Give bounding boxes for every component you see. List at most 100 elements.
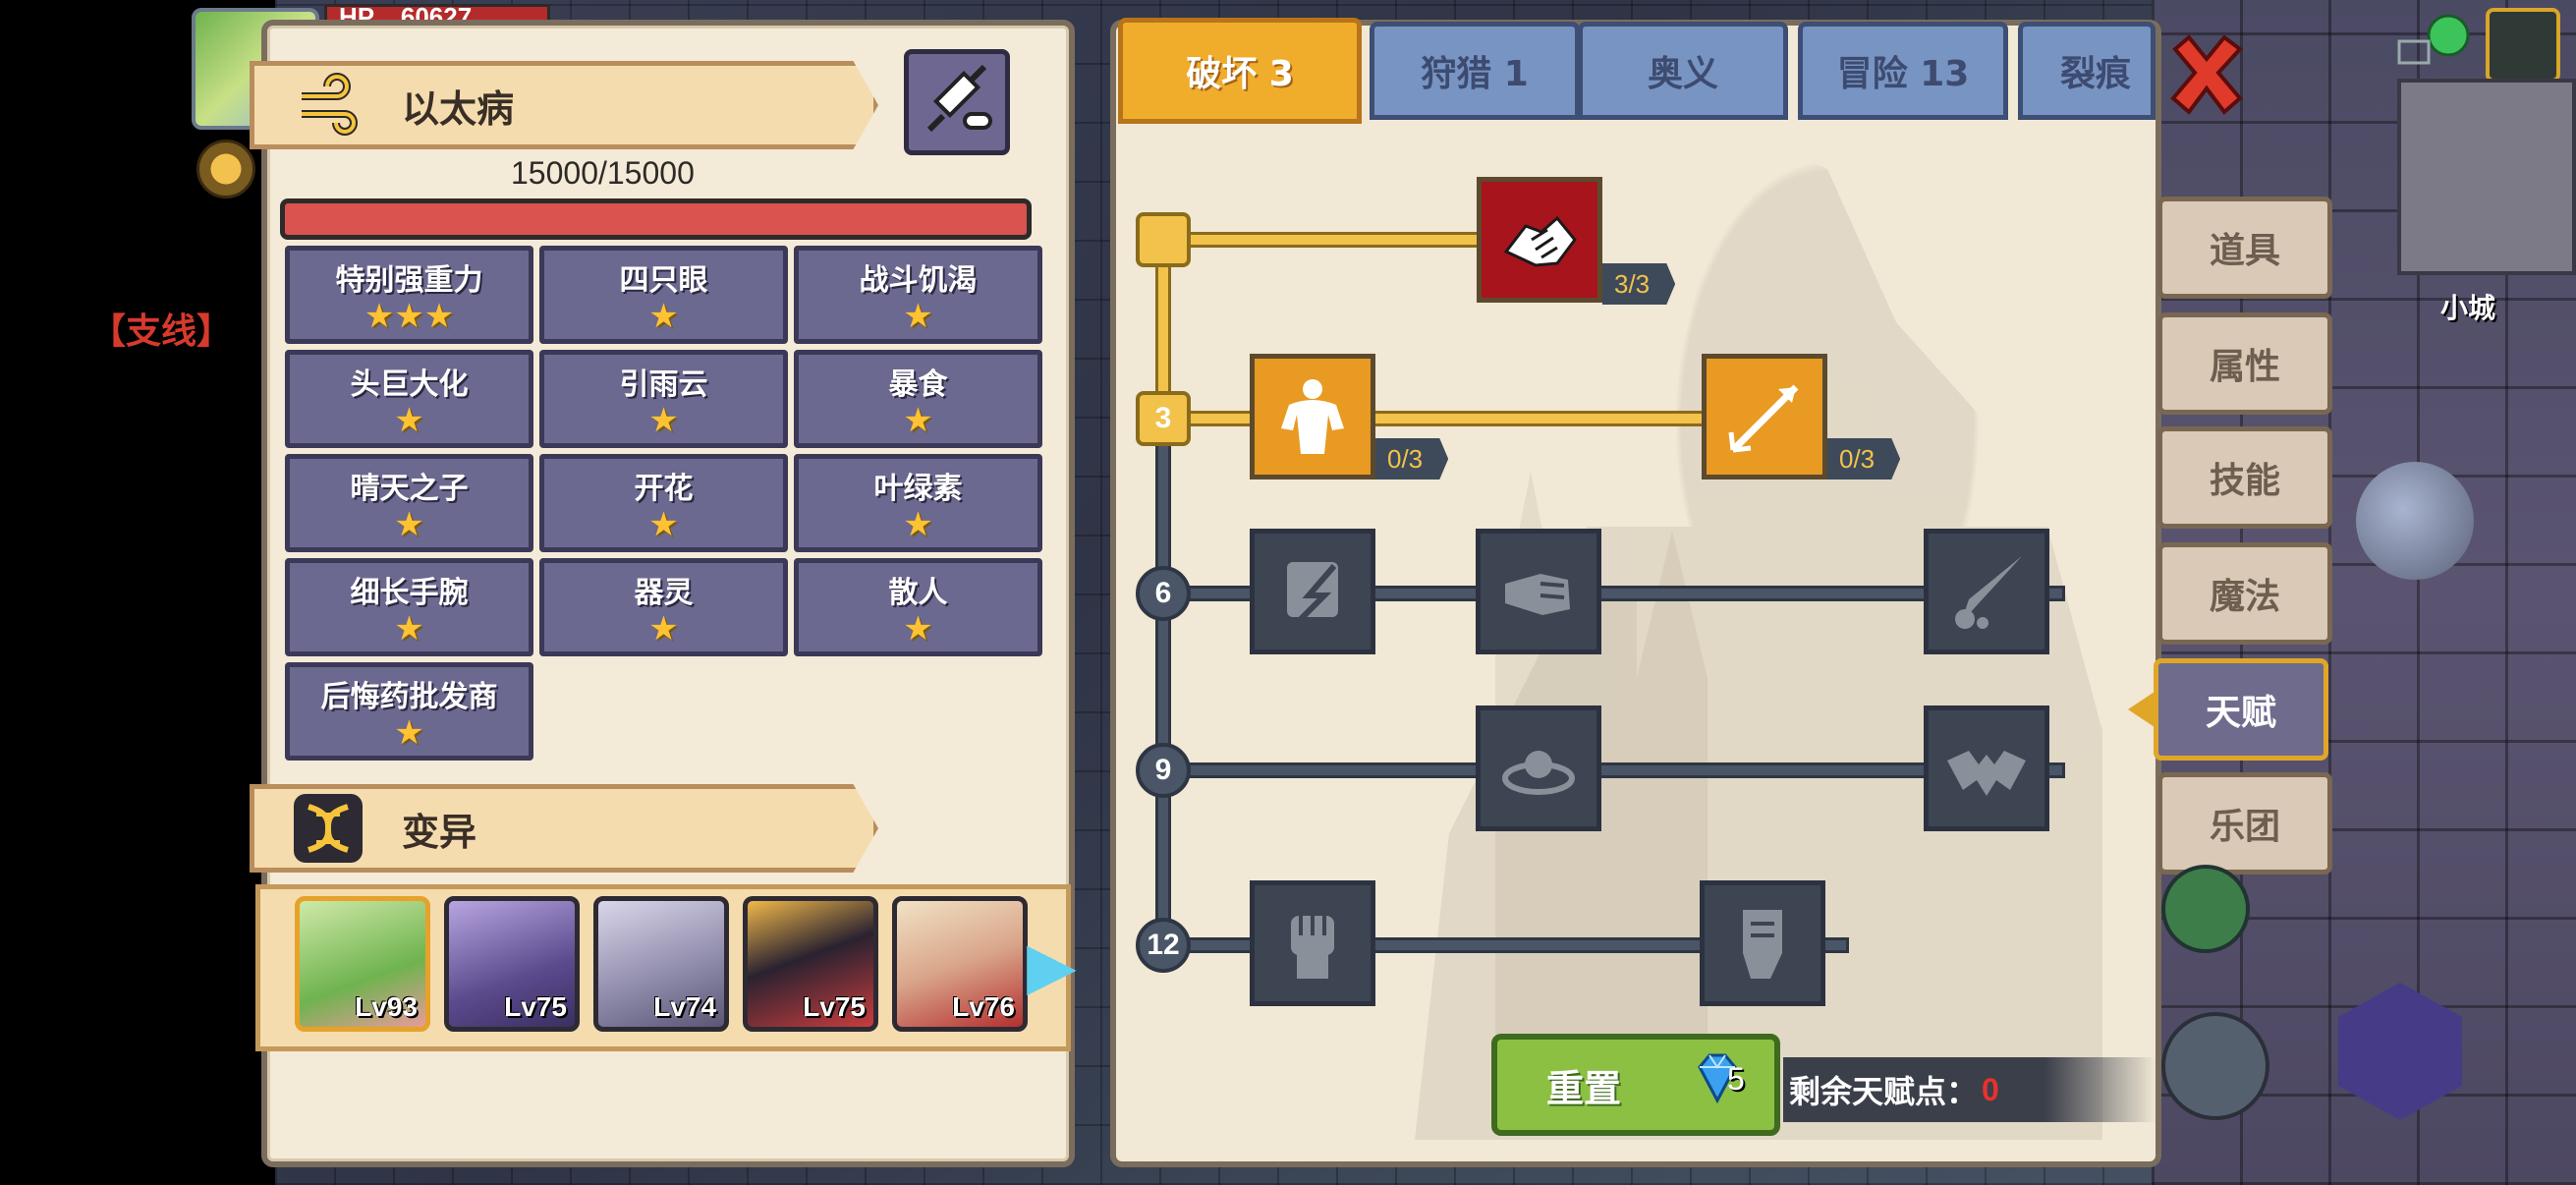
trait-card[interactable]: 叶绿素 ★: [794, 454, 1042, 552]
trait-name: 头巨大化: [350, 367, 469, 402]
trait-card[interactable]: 器灵 ★: [539, 558, 788, 656]
tab-rift[interactable]: 裂痕: [2018, 22, 2156, 120]
star-rating: ★★★: [364, 297, 455, 336]
pet-portrait[interactable]: Lv93: [295, 896, 430, 1032]
star-rating: ★: [394, 713, 424, 753]
talent-node-shield-slash[interactable]: [1250, 529, 1375, 654]
trait-name: 细长手腕: [350, 576, 469, 610]
trait-name: 散人: [888, 576, 948, 610]
tier-marker: 12: [1136, 918, 1191, 973]
trait-name: 暴食: [888, 367, 948, 402]
trait-card[interactable]: 头巨大化 ★: [285, 350, 533, 448]
location-name: 小城: [2440, 292, 2496, 324]
minimap[interactable]: [2397, 79, 2576, 275]
menu-talent[interactable]: 天赋: [2154, 658, 2328, 761]
globe-icon[interactable]: [2356, 462, 2474, 580]
reset-cost: 5: [1727, 1061, 1745, 1097]
node-count: 3/3: [1602, 263, 1676, 305]
talent-node-handshake[interactable]: [1477, 177, 1602, 303]
talent-node-fist[interactable]: [1250, 880, 1375, 1006]
trait-grid: 特别强重力 ★★★ 四只眼 ★ 战斗饥渴 ★ 头巨大化 ★ 引雨云 ★ 暴食 ★ 晴天之子 ★…: [285, 246, 1042, 761]
talent-node-slash[interactable]: [1924, 529, 2049, 654]
pet-level: Lv74: [653, 991, 716, 1022]
compass-icon[interactable]: [2161, 1012, 2269, 1120]
wind-swirl-icon: [302, 73, 358, 136]
ether-wind-icon: [294, 71, 363, 140]
star-rating: ★: [903, 505, 933, 544]
star-rating: ★: [648, 297, 679, 336]
star-rating: ★: [648, 609, 679, 649]
trait-card[interactable]: 散人 ★: [794, 558, 1042, 656]
trait-card[interactable]: 战斗饥渴 ★: [794, 246, 1042, 344]
pet-level: Lv75: [803, 991, 866, 1022]
disease-title: 以太病: [402, 86, 515, 131]
pet-level: Lv75: [504, 991, 567, 1022]
branch-tier3: [1161, 411, 1711, 426]
menu-attributes[interactable]: 属性: [2157, 312, 2332, 415]
pet-portrait[interactable]: Lv74: [593, 896, 729, 1032]
tree-icon[interactable]: [2161, 865, 2250, 953]
trait-card[interactable]: 引雨云 ★: [539, 350, 788, 448]
trait-card[interactable]: 暴食 ★: [794, 350, 1042, 448]
remaining-points-bar: 剩余天赋点： 0: [1783, 1057, 2156, 1122]
star-rating: ★: [394, 401, 424, 440]
star-rating: ★: [394, 505, 424, 544]
trait-card[interactable]: 细长手腕 ★: [285, 558, 533, 656]
trait-card[interactable]: 开花 ★: [539, 454, 788, 552]
pet-portrait[interactable]: Lv76: [892, 896, 1028, 1032]
pet-level: Lv93: [355, 991, 418, 1022]
syringe-icon: [926, 64, 992, 133]
menu-magic[interactable]: 魔法: [2157, 542, 2332, 645]
next-arrow-icon[interactable]: ▶: [1027, 929, 1077, 1003]
slash-splash-icon: [1955, 556, 2022, 629]
star-rating: ★: [394, 609, 424, 649]
pet-list: Lv93 Lv75 Lv74 Lv75 Lv76: [295, 896, 1028, 1032]
syringe-button[interactable]: [904, 49, 1010, 155]
pet-level: Lv76: [952, 991, 1015, 1022]
trait-card[interactable]: 特别强重力 ★★★: [285, 246, 533, 344]
talent-node-gauntlet[interactable]: [1700, 880, 1825, 1006]
remaining-points-label: 剩余天赋点：: [1789, 1073, 1979, 1110]
star-rating: ★: [903, 297, 933, 336]
menu-items[interactable]: 道具: [2157, 197, 2332, 299]
pet-portrait[interactable]: Lv75: [743, 896, 878, 1032]
ripple-icon: [1502, 751, 1575, 795]
trait-name: 晴天之子: [350, 472, 469, 506]
arrow-icon: [1728, 384, 1799, 453]
bat-wing-icon: [1947, 751, 2026, 796]
node-count: 0/3: [1375, 438, 1449, 480]
trait-name: 后悔药批发商: [320, 680, 498, 714]
trait-card[interactable]: 后悔药批发商 ★: [285, 662, 533, 761]
star-rating: ★: [648, 505, 679, 544]
gauntlet-icon: [1743, 910, 1782, 979]
close-icon[interactable]: [2161, 29, 2252, 120]
talent-node-ripple[interactable]: [1476, 705, 1601, 831]
mutation-header: 变异: [250, 784, 878, 873]
trait-card[interactable]: 晴天之子 ★: [285, 454, 533, 552]
trait-name: 特别强重力: [335, 263, 483, 298]
talent-node-punch[interactable]: [1476, 529, 1601, 654]
trait-name: 叶绿素: [873, 472, 963, 506]
muscle-body-icon: [1281, 379, 1344, 454]
trait-card[interactable]: 四只眼 ★: [539, 246, 788, 344]
network-icon[interactable]: [2393, 12, 2472, 71]
tier-marker: 3: [1136, 391, 1191, 446]
coin-badge-icon[interactable]: [196, 140, 255, 198]
menu-skills[interactable]: 技能: [2157, 426, 2332, 529]
talent-node-arrow[interactable]: [1702, 354, 1827, 480]
tier-root-marker: [1136, 212, 1191, 267]
tab-mystery[interactable]: 奥义: [1578, 22, 1788, 120]
remaining-points-value: 0: [1982, 1071, 1999, 1107]
talent-node-bat[interactable]: [1924, 705, 2049, 831]
fullscreen-icon[interactable]: [2486, 8, 2560, 83]
menu-band[interactable]: 乐团: [2157, 772, 2332, 875]
tab-hunting[interactable]: 狩猎 1: [1370, 22, 1580, 120]
tab-adventure[interactable]: 冒险 13: [1798, 22, 2008, 120]
tab-destruction[interactable]: 破坏 3: [1118, 18, 1362, 124]
pet-portrait[interactable]: Lv75: [444, 896, 580, 1032]
disease-hp-bar: [280, 198, 1032, 240]
tree-trunk: [1155, 421, 1171, 951]
talent-node-body[interactable]: [1250, 354, 1375, 480]
side-quest-label[interactable]: 【支线】: [90, 303, 232, 354]
node-count: 0/3: [1827, 438, 1901, 480]
